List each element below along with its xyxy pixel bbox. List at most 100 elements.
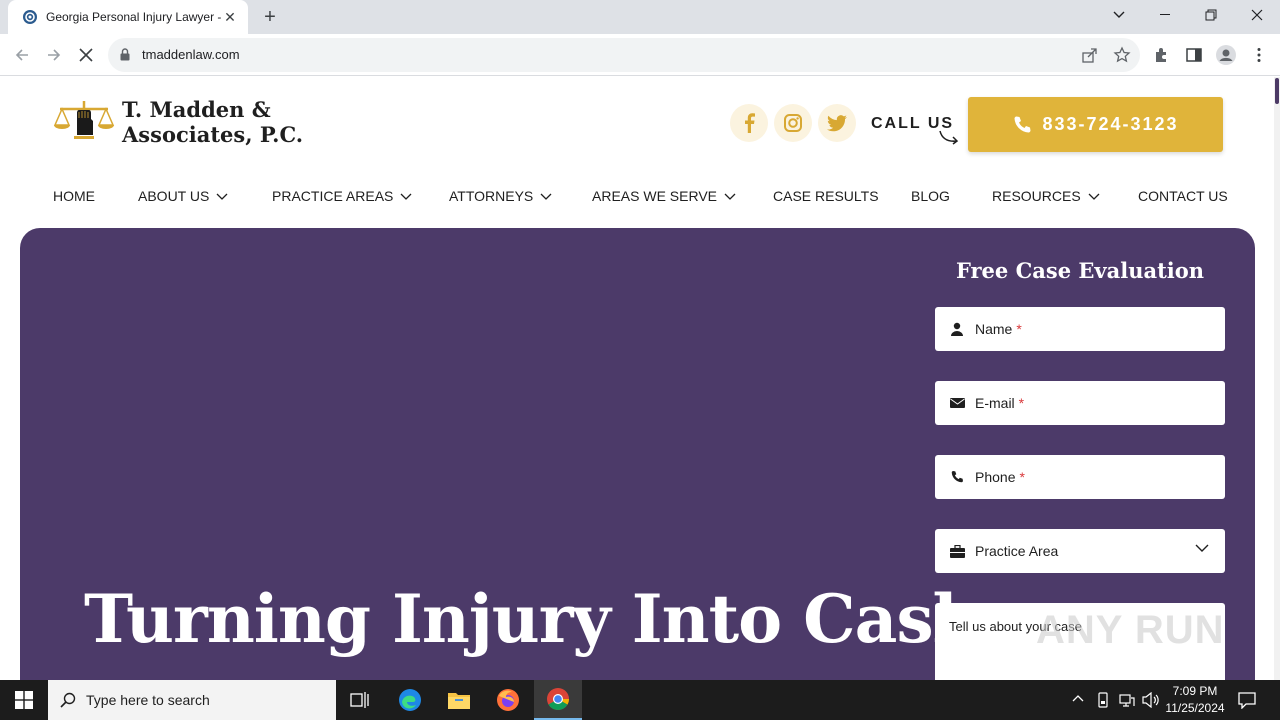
- notifications-icon[interactable]: [1238, 691, 1256, 712]
- address-bar[interactable]: tmaddenlaw.com: [108, 38, 1140, 72]
- firefox-icon: [497, 689, 519, 711]
- clock-time: 7:09 PM: [1172, 684, 1218, 698]
- nav-attorneys[interactable]: ATTORNEYS: [449, 187, 552, 205]
- nav-practice-areas[interactable]: PRACTICE AREAS: [272, 187, 412, 205]
- name-label: Name: [975, 321, 1013, 337]
- site-logo[interactable]: T. Madden & Associates, P.C.: [52, 95, 303, 148]
- forward-arrow-icon[interactable]: [42, 43, 66, 67]
- start-button[interactable]: [0, 680, 48, 720]
- nav-case-results[interactable]: CASE RESULTS: [773, 187, 879, 205]
- browser-toolbar: tmaddenlaw.com: [0, 34, 1280, 76]
- nav-resources-label: RESOURCES: [992, 188, 1081, 204]
- nav-blog[interactable]: BLOG: [911, 187, 950, 205]
- browser-tab[interactable]: Georgia Personal Injury Lawyer - ✕: [8, 0, 248, 34]
- clock-date: 11/25/2024: [1165, 701, 1225, 715]
- taskbar-file-explorer[interactable]: [435, 680, 483, 720]
- search-icon: [60, 692, 76, 708]
- windows-logo-icon: [15, 691, 33, 709]
- phone-call-button[interactable]: 833-724-3123: [968, 97, 1223, 152]
- nav-about-us[interactable]: ABOUT US: [138, 187, 228, 205]
- practice-area-label: Practice Area: [975, 543, 1059, 559]
- nav-case-results-label: CASE RESULTS: [773, 188, 879, 204]
- phone-label: Phone: [975, 469, 1016, 485]
- phone-icon: [949, 469, 965, 485]
- form-title: Free Case Evaluation: [955, 258, 1205, 283]
- nav-blog-label: BLOG: [911, 188, 950, 204]
- folder-icon: [448, 693, 470, 709]
- nav-practice-areas-label: PRACTICE AREAS: [272, 188, 394, 204]
- edge-browser-icon: [399, 689, 421, 711]
- tab-title: Georgia Personal Injury Lawyer -: [46, 10, 222, 24]
- share-icon[interactable]: [1081, 46, 1099, 64]
- nav-attorneys-label: ATTORNEYS: [449, 188, 534, 204]
- twitter-link[interactable]: [818, 104, 856, 142]
- instagram-link[interactable]: [774, 104, 812, 142]
- taskbar-firefox[interactable]: [484, 680, 532, 720]
- task-view-button[interactable]: [336, 680, 384, 720]
- web-page: T. Madden & Associates, P.C. CALL US 833…: [0, 77, 1274, 680]
- side-panel-icon[interactable]: [1185, 46, 1203, 64]
- browser-menu-icon[interactable]: [1250, 46, 1268, 64]
- envelope-icon: [949, 395, 965, 411]
- curved-arrow-icon: [938, 129, 960, 150]
- phone-number: 833-724-3123: [1042, 114, 1179, 134]
- twitter-icon: [827, 114, 847, 131]
- extensions-puzzle-icon[interactable]: [1153, 46, 1171, 64]
- site-favicon-icon: [22, 9, 38, 25]
- user-icon: [949, 321, 965, 337]
- scales-of-justice-fist-icon: [52, 95, 116, 148]
- facebook-icon: [745, 113, 755, 133]
- task-view-icon: [350, 692, 369, 708]
- taskbar-search-box[interactable]: Type here to search: [48, 680, 336, 720]
- phone-icon: [1014, 116, 1031, 132]
- nav-resources[interactable]: RESOURCES: [992, 187, 1100, 205]
- network-icon[interactable]: [1119, 692, 1135, 711]
- facebook-link[interactable]: [730, 104, 768, 142]
- email-label: E-mail: [975, 395, 1015, 411]
- scrollbar-thumb[interactable]: [1275, 78, 1279, 104]
- new-tab-button[interactable]: +: [258, 6, 282, 28]
- name-input[interactable]: Name *: [935, 307, 1225, 351]
- hero-title: Turning Injury Into Cash: [84, 580, 981, 658]
- phone-input[interactable]: Phone *: [935, 455, 1225, 499]
- browser-tab-bar: Georgia Personal Injury Lawyer - ✕ +: [0, 0, 1280, 34]
- windows-taskbar: Type here to search 7:09 PM 11/25/2024: [0, 680, 1280, 720]
- nav-home[interactable]: HOME: [53, 187, 95, 205]
- close-window-button[interactable]: [1234, 0, 1280, 30]
- device-tray-icon[interactable]: [1096, 692, 1110, 711]
- chevron-down-icon: [1195, 544, 1209, 552]
- nav-areas-we-serve[interactable]: AREAS WE SERVE: [592, 187, 736, 205]
- nav-contact-us[interactable]: CONTACT US: [1138, 187, 1228, 205]
- lock-icon[interactable]: [120, 48, 130, 66]
- required-mark: *: [1019, 469, 1025, 485]
- profile-avatar-icon[interactable]: [1216, 45, 1236, 65]
- chevron-down-icon: [724, 193, 736, 200]
- url-text[interactable]: tmaddenlaw.com: [142, 47, 240, 62]
- taskbar-edge[interactable]: [386, 680, 434, 720]
- volume-icon[interactable]: [1142, 691, 1160, 711]
- chevron-down-icon: [216, 193, 228, 200]
- restore-window-button[interactable]: [1188, 0, 1234, 30]
- back-arrow-icon[interactable]: [10, 43, 34, 67]
- bookmark-star-icon[interactable]: [1113, 46, 1131, 64]
- chevron-down-icon: [540, 193, 552, 200]
- taskbar-search-placeholder: Type here to search: [86, 692, 210, 708]
- close-tab-icon[interactable]: ✕: [222, 9, 238, 26]
- anyrun-watermark: ANY RUN: [1036, 608, 1225, 652]
- required-mark: *: [1018, 395, 1025, 411]
- tab-search-chevron-icon[interactable]: [1096, 0, 1142, 30]
- briefcase-icon: [949, 543, 965, 559]
- stop-loading-icon[interactable]: [74, 43, 98, 67]
- practice-area-select[interactable]: Practice Area: [935, 529, 1225, 573]
- nav-about-us-label: ABOUT US: [138, 188, 210, 204]
- taskbar-clock[interactable]: 7:09 PM 11/25/2024: [1160, 683, 1230, 717]
- page-scrollbar[interactable]: [1274, 77, 1280, 680]
- nav-areas-we-serve-label: AREAS WE SERVE: [592, 188, 718, 204]
- minimize-window-button[interactable]: [1142, 0, 1188, 30]
- nav-home-label: HOME: [53, 188, 95, 204]
- chrome-icon: [547, 688, 569, 710]
- email-input[interactable]: E-mail *: [935, 381, 1225, 425]
- taskbar-chrome[interactable]: [534, 680, 582, 720]
- show-hidden-icons-chevron-icon[interactable]: [1071, 692, 1085, 709]
- instagram-icon: [784, 114, 802, 132]
